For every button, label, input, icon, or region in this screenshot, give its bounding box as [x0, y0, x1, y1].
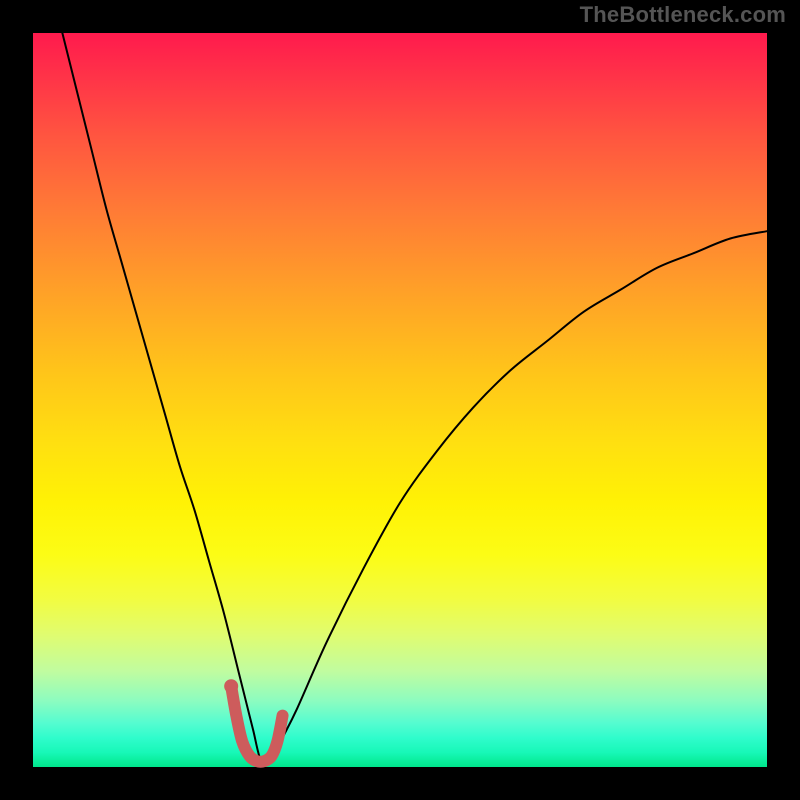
- curve-layer: [33, 33, 767, 767]
- bottleneck-curve: [62, 33, 767, 762]
- watermark-text: TheBottleneck.com: [580, 2, 786, 28]
- highlight-overlay-dot: [224, 679, 238, 693]
